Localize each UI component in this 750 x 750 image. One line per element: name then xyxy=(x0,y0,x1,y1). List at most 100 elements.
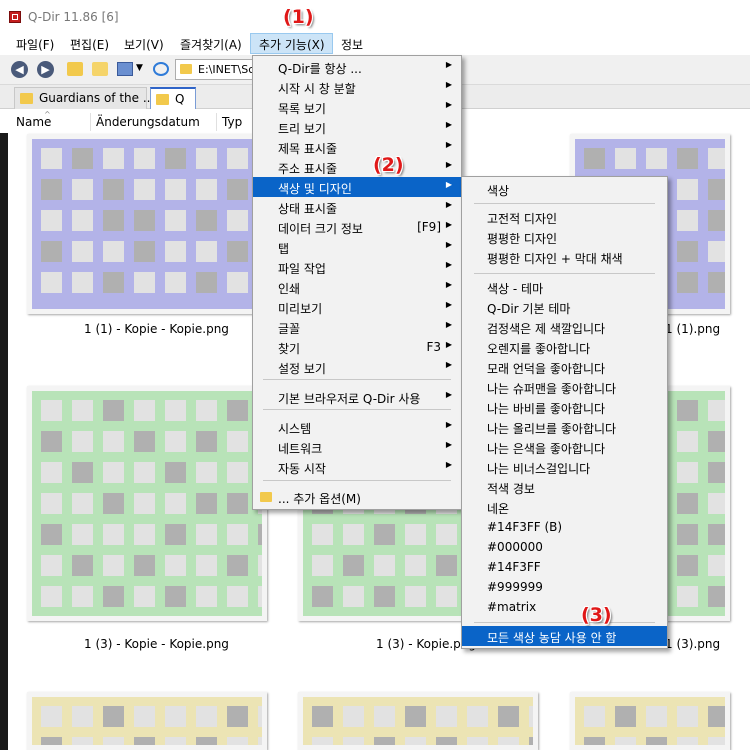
file-name[interactable]: 1 (3) - Kopie - Kopie.png xyxy=(84,637,229,651)
extras-menu-item[interactable]: 인쇄 ▶ xyxy=(253,277,461,297)
extras-menu-item[interactable]: 글꼴 ▶ xyxy=(253,317,461,337)
menu-info[interactable]: 정보 xyxy=(341,36,363,53)
color-menu-item[interactable]: #14F3FF xyxy=(462,557,667,577)
color-menu-item[interactable]: 적색 경보 xyxy=(462,477,667,497)
thumbnail-image[interactable] xyxy=(298,692,538,750)
refresh-icon[interactable] xyxy=(153,62,169,76)
thumbnail-cell xyxy=(615,706,636,727)
menu-item-label: ... 추가 옵션(M) xyxy=(278,492,361,506)
folder-up-icon[interactable] xyxy=(67,62,83,76)
file-name[interactable]: 1 (1).png xyxy=(665,322,720,336)
extras-menu-item[interactable]: 주소 표시줄 ▶ xyxy=(253,157,461,177)
extras-menu-item[interactable]: ... 추가 옵션(M) xyxy=(253,487,461,507)
extras-menu-item[interactable]: 상태 표시줄 ▶ xyxy=(253,197,461,217)
color-menu-item[interactable]: 모든 색상 농담 사용 안 함 xyxy=(462,626,667,646)
thumbnail-cell xyxy=(312,737,333,745)
thumbnail-cell xyxy=(134,148,155,169)
menu-item-label: 시작 시 창 분할 xyxy=(278,82,356,96)
menu-favorites[interactable]: 즐겨찾기(A) xyxy=(180,36,242,53)
folder-icon xyxy=(156,94,169,105)
tab-q[interactable]: Q xyxy=(150,87,196,109)
thumbnail-cell xyxy=(41,737,62,745)
thumbnail-image[interactable] xyxy=(27,692,267,750)
extras-menu-item[interactable]: 네트워크 ▶ xyxy=(253,437,461,457)
menu-view[interactable]: 보기(V) xyxy=(124,36,164,53)
extras-menu-item[interactable]: 시스템 ▶ xyxy=(253,417,461,437)
thumbnail-cell xyxy=(103,586,124,607)
extras-menu-item[interactable]: 목록 보기 ▶ xyxy=(253,97,461,117)
menu-extras[interactable]: 추가 기능(X) xyxy=(259,36,325,53)
thumbnail-image[interactable] xyxy=(27,386,267,621)
thumbnail-cell xyxy=(72,241,93,262)
color-menu-item[interactable]: 평평한 디자인 xyxy=(462,227,667,247)
submenu-arrow-icon: ▶ xyxy=(445,320,452,329)
color-menu-item[interactable]: 평평한 디자인 + 막대 채색 xyxy=(462,247,667,267)
thumbnail-cell xyxy=(103,706,124,727)
color-menu-item[interactable]: 네온 xyxy=(462,497,667,517)
color-menu-item[interactable]: 오렌지를 좋아합니다 xyxy=(462,337,667,357)
back-icon[interactable]: ◀ xyxy=(11,61,28,78)
color-menu-item[interactable]: #14F3FF (B) xyxy=(462,517,667,537)
extras-menu-item[interactable]: 데이터 크기 정보 [F9] ▶ xyxy=(253,217,461,237)
column-type[interactable]: Typ xyxy=(222,115,242,129)
thumbnail-cell xyxy=(405,555,426,576)
submenu-arrow-icon: ▶ xyxy=(445,60,452,69)
thumbnail-cell xyxy=(196,148,217,169)
color-menu-item[interactable]: 나는 비너스걸입니다 xyxy=(462,457,667,477)
menu-edit[interactable]: 편집(E) xyxy=(70,36,109,53)
view-mode-icon[interactable] xyxy=(117,62,133,76)
thumbnail-cell xyxy=(165,431,186,452)
extras-menu-item[interactable]: 설정 보기 ▶ xyxy=(253,357,461,377)
extras-menu-item[interactable]: 기본 브라우저로 Q-Dir 사용 ▶ xyxy=(253,387,461,407)
file-name[interactable]: 1 (3).png xyxy=(665,637,720,651)
extras-menu-item[interactable]: 탭 ▶ xyxy=(253,237,461,257)
color-menu-item[interactable]: 모래 언덕을 좋아합니다 xyxy=(462,357,667,377)
extras-menu-item[interactable]: 미리보기 ▶ xyxy=(253,297,461,317)
file-name[interactable]: 1 (1) - Kopie - Kopie.png xyxy=(84,322,229,336)
forward-icon[interactable]: ▶ xyxy=(37,61,54,78)
thumbnail-cell xyxy=(227,586,248,607)
column-divider[interactable] xyxy=(216,113,217,131)
app-icon xyxy=(9,11,21,23)
color-menu-item[interactable]: 나는 올리브를 좋아합니다 xyxy=(462,417,667,437)
menu-file[interactable]: 파일(F) xyxy=(16,36,54,53)
thumbnail-cell xyxy=(405,586,426,607)
menu-item-label: #000000 xyxy=(487,540,543,554)
thumbnail-cell xyxy=(196,272,217,293)
color-menu-item[interactable]: #000000 xyxy=(462,537,667,557)
extras-menu-item[interactable]: 트리 보기 ▶ xyxy=(253,117,461,137)
submenu-arrow-icon: ▶ xyxy=(445,300,452,309)
thumbnail-cell xyxy=(343,555,364,576)
thumbnail-cell xyxy=(134,241,155,262)
address-bar[interactable]: E:\INET\Sc xyxy=(175,59,255,80)
thumbnail-cell xyxy=(103,179,124,200)
extras-menu-item[interactable]: 제목 표시줄 ▶ xyxy=(253,137,461,157)
color-menu-item[interactable]: Q-Dir 기본 테마 xyxy=(462,297,667,317)
thumbnail-cell xyxy=(708,241,725,262)
thumbnail-image[interactable] xyxy=(570,692,730,750)
color-menu-item[interactable]: 고전적 디자인 xyxy=(462,207,667,227)
color-menu-item[interactable]: #matrix xyxy=(462,597,667,617)
color-menu-item[interactable]: 나는 슈퍼맨을 좋아합니다 xyxy=(462,377,667,397)
color-menu-item[interactable]: 나는 바비를 좋아합니다 xyxy=(462,397,667,417)
thumbnail-image[interactable] xyxy=(27,134,267,314)
extras-menu-item[interactable]: 찾기 F3 ▶ xyxy=(253,337,461,357)
extras-menu-item[interactable]: 색상 및 디자인 ▶ xyxy=(253,177,461,197)
tab-guardians[interactable]: Guardians of the ... xyxy=(14,87,154,109)
folder-icon xyxy=(180,64,192,74)
extras-menu-item[interactable]: 시작 시 창 분할 ▶ xyxy=(253,77,461,97)
column-divider[interactable] xyxy=(90,113,91,131)
menu-separator xyxy=(263,480,451,481)
new-folder-icon[interactable] xyxy=(92,62,108,76)
thumbnail-cell xyxy=(165,462,186,483)
extras-menu-item[interactable]: 파일 작업 ▶ xyxy=(253,257,461,277)
extras-menu-item[interactable]: 자동 시작 ▶ xyxy=(253,457,461,477)
color-menu-item[interactable]: 나는 은색을 좋아합니다 xyxy=(462,437,667,457)
color-menu-item[interactable]: #999999 xyxy=(462,577,667,597)
extras-menu-item[interactable]: Q-Dir를 항상 ... ▶ xyxy=(253,57,461,77)
thumbnail-cell xyxy=(196,524,217,545)
color-menu-item[interactable]: 검정색은 제 색깔입니다 xyxy=(462,317,667,337)
submenu-arrow-icon: ▶ xyxy=(445,80,452,89)
column-date[interactable]: Änderungsdatum xyxy=(96,115,200,129)
view-dropdown-icon[interactable]: ▼ xyxy=(136,63,146,77)
